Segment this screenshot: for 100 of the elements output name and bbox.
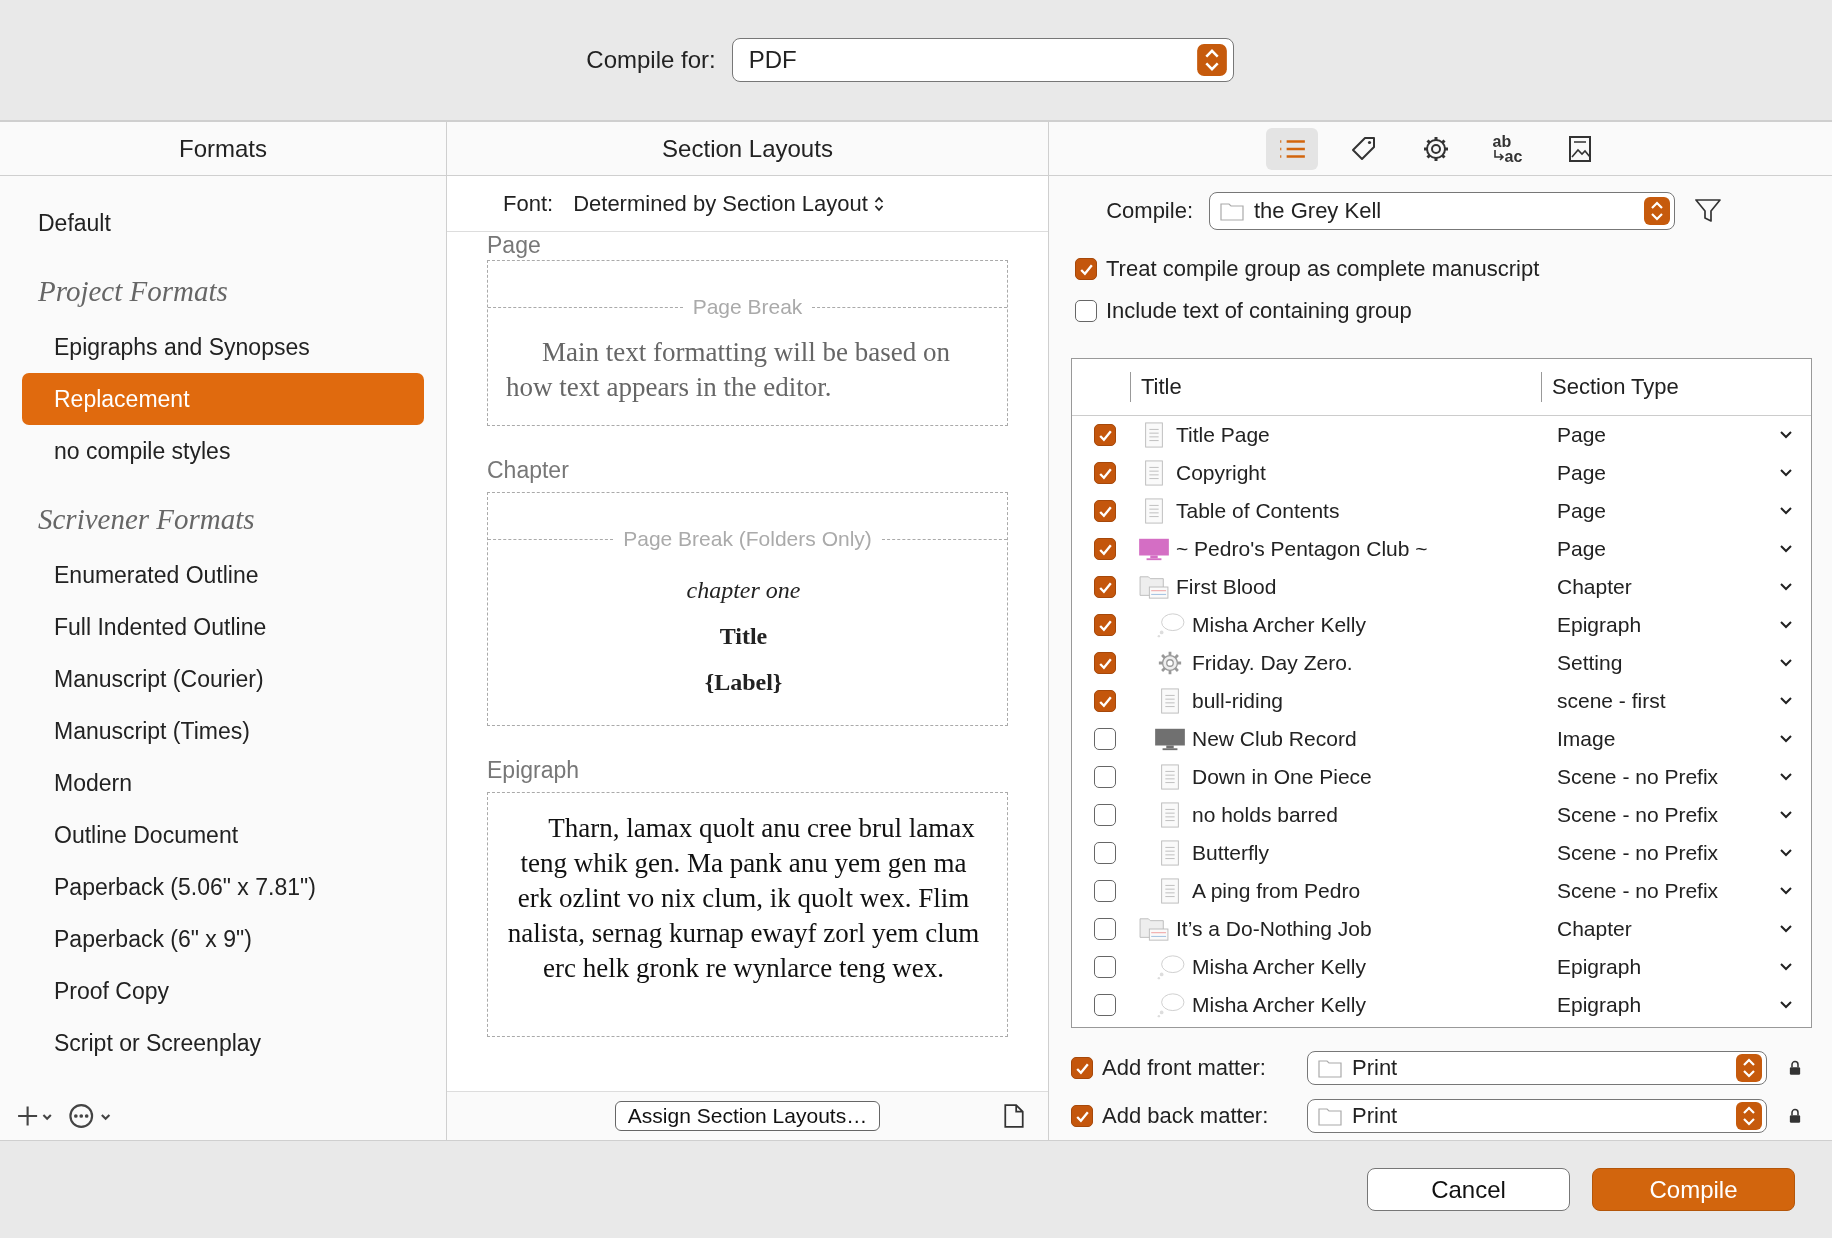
- format-item[interactable]: Manuscript (Courier): [22, 653, 424, 705]
- format-item[interactable]: Default: [22, 197, 424, 249]
- column-header[interactable]: Title: [1130, 372, 1541, 402]
- checkbox[interactable]: [1075, 258, 1097, 280]
- row-title: bull-riding: [1192, 689, 1284, 713]
- format-item[interactable]: Manuscript (Times): [22, 705, 424, 757]
- checkbox[interactable]: [1094, 804, 1116, 826]
- up-down-icon: [873, 195, 884, 212]
- replace-tab[interactable]: ab ac: [1481, 127, 1534, 170]
- compile-label: Compile:: [1105, 198, 1193, 224]
- layout-preview[interactable]: Page Break (Folders Only) chapter one Title {Label}: [487, 492, 1008, 726]
- section-type-dropdown[interactable]: Chapter: [1537, 917, 1811, 941]
- row-title: A ping from Pedro: [1192, 879, 1361, 903]
- layout-preview[interactable]: Tharn, lamax quolt anu cree brul lamax teng whik gen. Ma pank anu yem gen ma erk ozlint vo nix clum, ik quolt wex. Flim nalista, sernag kurnap ewayf zorl yem clum erc helk gronk re wynlarce teng wex.: [487, 792, 1008, 1037]
- matter-label: Add front matter:: [1102, 1055, 1267, 1081]
- checkbox[interactable]: [1094, 918, 1116, 940]
- column-header[interactable]: Section Type: [1541, 372, 1811, 402]
- checkbox[interactable]: [1075, 300, 1097, 322]
- checkbox[interactable]: [1094, 652, 1116, 674]
- preview-heading: Title: [718, 622, 769, 651]
- checkbox[interactable]: [1071, 1105, 1093, 1127]
- section-label: Page: [487, 232, 542, 258]
- format-item[interactable]: Enumerated Outline: [22, 549, 424, 601]
- section-type-dropdown[interactable]: Epigraph: [1537, 993, 1811, 1017]
- matter-dropdown[interactable]: Print: [1307, 1051, 1767, 1085]
- section-type-dropdown[interactable]: Scene - no Prefix: [1537, 765, 1811, 789]
- page-break-label: Page Break: [692, 295, 803, 319]
- section-type-dropdown[interactable]: Setting: [1537, 651, 1811, 675]
- option-label: Include text of containing group: [1106, 298, 1412, 324]
- chevron-icon: [1779, 658, 1793, 668]
- section-type-dropdown[interactable]: Page: [1537, 461, 1811, 485]
- checkbox[interactable]: [1094, 500, 1116, 522]
- filter-icon[interactable]: [1695, 199, 1721, 223]
- compile-group-dropdown[interactable]: the Grey Kell: [1209, 192, 1675, 230]
- document-icon[interactable]: [1004, 1104, 1024, 1128]
- checkbox[interactable]: [1094, 424, 1116, 446]
- checkbox[interactable]: [1094, 538, 1116, 560]
- section-type-dropdown[interactable]: Page: [1537, 537, 1811, 561]
- layout-preview[interactable]: Page Break Main text formatting will be based on how text appears in the editor.: [487, 260, 1008, 426]
- section-type-dropdown[interactable]: Page: [1537, 423, 1811, 447]
- format-item[interactable]: Script or Screenplay: [22, 1017, 424, 1069]
- checkbox[interactable]: [1094, 842, 1116, 864]
- row-title: Table of Contents: [1176, 499, 1340, 523]
- section-type-dropdown[interactable]: Scene - no Prefix: [1537, 841, 1811, 865]
- chevron-icon: [1779, 962, 1793, 972]
- format-item[interactable]: Modern: [22, 757, 424, 809]
- format-item[interactable]: Full Indented Outline: [22, 601, 424, 653]
- checkbox[interactable]: [1094, 766, 1116, 788]
- lock-icon[interactable]: [1789, 1060, 1801, 1076]
- checkbox[interactable]: [1094, 994, 1116, 1016]
- row-title: Title Page: [1176, 423, 1270, 447]
- checkbox[interactable]: [1094, 956, 1116, 978]
- checkbox[interactable]: [1094, 576, 1116, 598]
- folder-icon: [1318, 1058, 1342, 1078]
- section-type-dropdown[interactable]: Epigraph: [1537, 955, 1811, 979]
- group-heading: Scrivener Formats: [37, 502, 256, 537]
- row-title: Misha Archer Kelly: [1192, 993, 1366, 1017]
- format-item[interactable]: Paperback (5.06" x 7.81"): [22, 861, 424, 913]
- chevron-icon: [1779, 772, 1793, 782]
- section-type-dropdown[interactable]: Page: [1537, 499, 1811, 523]
- folder-stack-icon: [1138, 916, 1170, 942]
- stepper-icon: [1196, 44, 1227, 76]
- row-title: New Club Record: [1192, 727, 1357, 751]
- matter-dropdown[interactable]: Print: [1307, 1099, 1767, 1133]
- section-type-dropdown[interactable]: Chapter: [1537, 575, 1811, 599]
- checkbox[interactable]: [1094, 728, 1116, 750]
- row-title: ~ Pedro's Pentagon Club ~: [1176, 537, 1428, 561]
- format-item[interactable]: Epigraphs and Synopses: [22, 321, 424, 373]
- font-dropdown[interactable]: Determined by Section Layout: [573, 190, 884, 217]
- section-type-dropdown[interactable]: Epigraph: [1537, 613, 1811, 637]
- format-item[interactable]: Paperback (6" x 9"): [22, 913, 424, 965]
- checkbox[interactable]: [1094, 690, 1116, 712]
- row-title: Butterfly: [1192, 841, 1270, 865]
- chevron-icon: [1779, 924, 1793, 934]
- compile-button[interactable]: Compile: [1592, 1168, 1795, 1211]
- format-dropdown[interactable]: PDF: [731, 38, 1234, 82]
- checkbox[interactable]: [1094, 614, 1116, 636]
- stepper-icon: [1736, 1102, 1762, 1130]
- list-tab[interactable]: [1265, 127, 1318, 170]
- format-item[interactable]: Outline Document: [22, 809, 424, 861]
- section-label: Chapter: [487, 456, 570, 485]
- chevron-icon: [1779, 886, 1793, 896]
- cancel-button[interactable]: Cancel: [1367, 1168, 1570, 1211]
- preview-heading: {Label}: [703, 668, 784, 697]
- format-item[interactable]: no compile styles: [22, 425, 424, 477]
- preview-text: Tharn, lamax quolt anu cree brul lamax teng whik gen. Ma pank anu yem gen ma erk ozlint vo nix clum, ik quolt wex. Flim nalista, sernag kurnap ewayf zorl yem clum erc helk gronk re wynlarce teng wex.: [506, 812, 981, 985]
- checkbox[interactable]: [1094, 462, 1116, 484]
- format-item[interactable]: Proof Copy: [22, 965, 424, 1017]
- checkbox[interactable]: [1071, 1057, 1093, 1079]
- lock-icon[interactable]: [1789, 1108, 1801, 1124]
- row-title: Copyright: [1176, 461, 1266, 485]
- assign-button[interactable]: Assign Section Layouts…: [614, 1101, 881, 1131]
- checkbox[interactable]: [1094, 880, 1116, 902]
- section-type-dropdown[interactable]: scene - first: [1537, 689, 1811, 713]
- preview-text: Main text formatting will be based on how text appears in the editor.: [506, 336, 951, 404]
- page-break-label: Page Break (Folders Only): [623, 527, 872, 551]
- section-type-dropdown[interactable]: Scene - no Prefix: [1537, 803, 1811, 827]
- section-type-dropdown[interactable]: Scene - no Prefix: [1537, 879, 1811, 903]
- section-type-dropdown[interactable]: Image: [1537, 727, 1811, 751]
- row-title: Misha Archer Kelly: [1192, 613, 1366, 637]
